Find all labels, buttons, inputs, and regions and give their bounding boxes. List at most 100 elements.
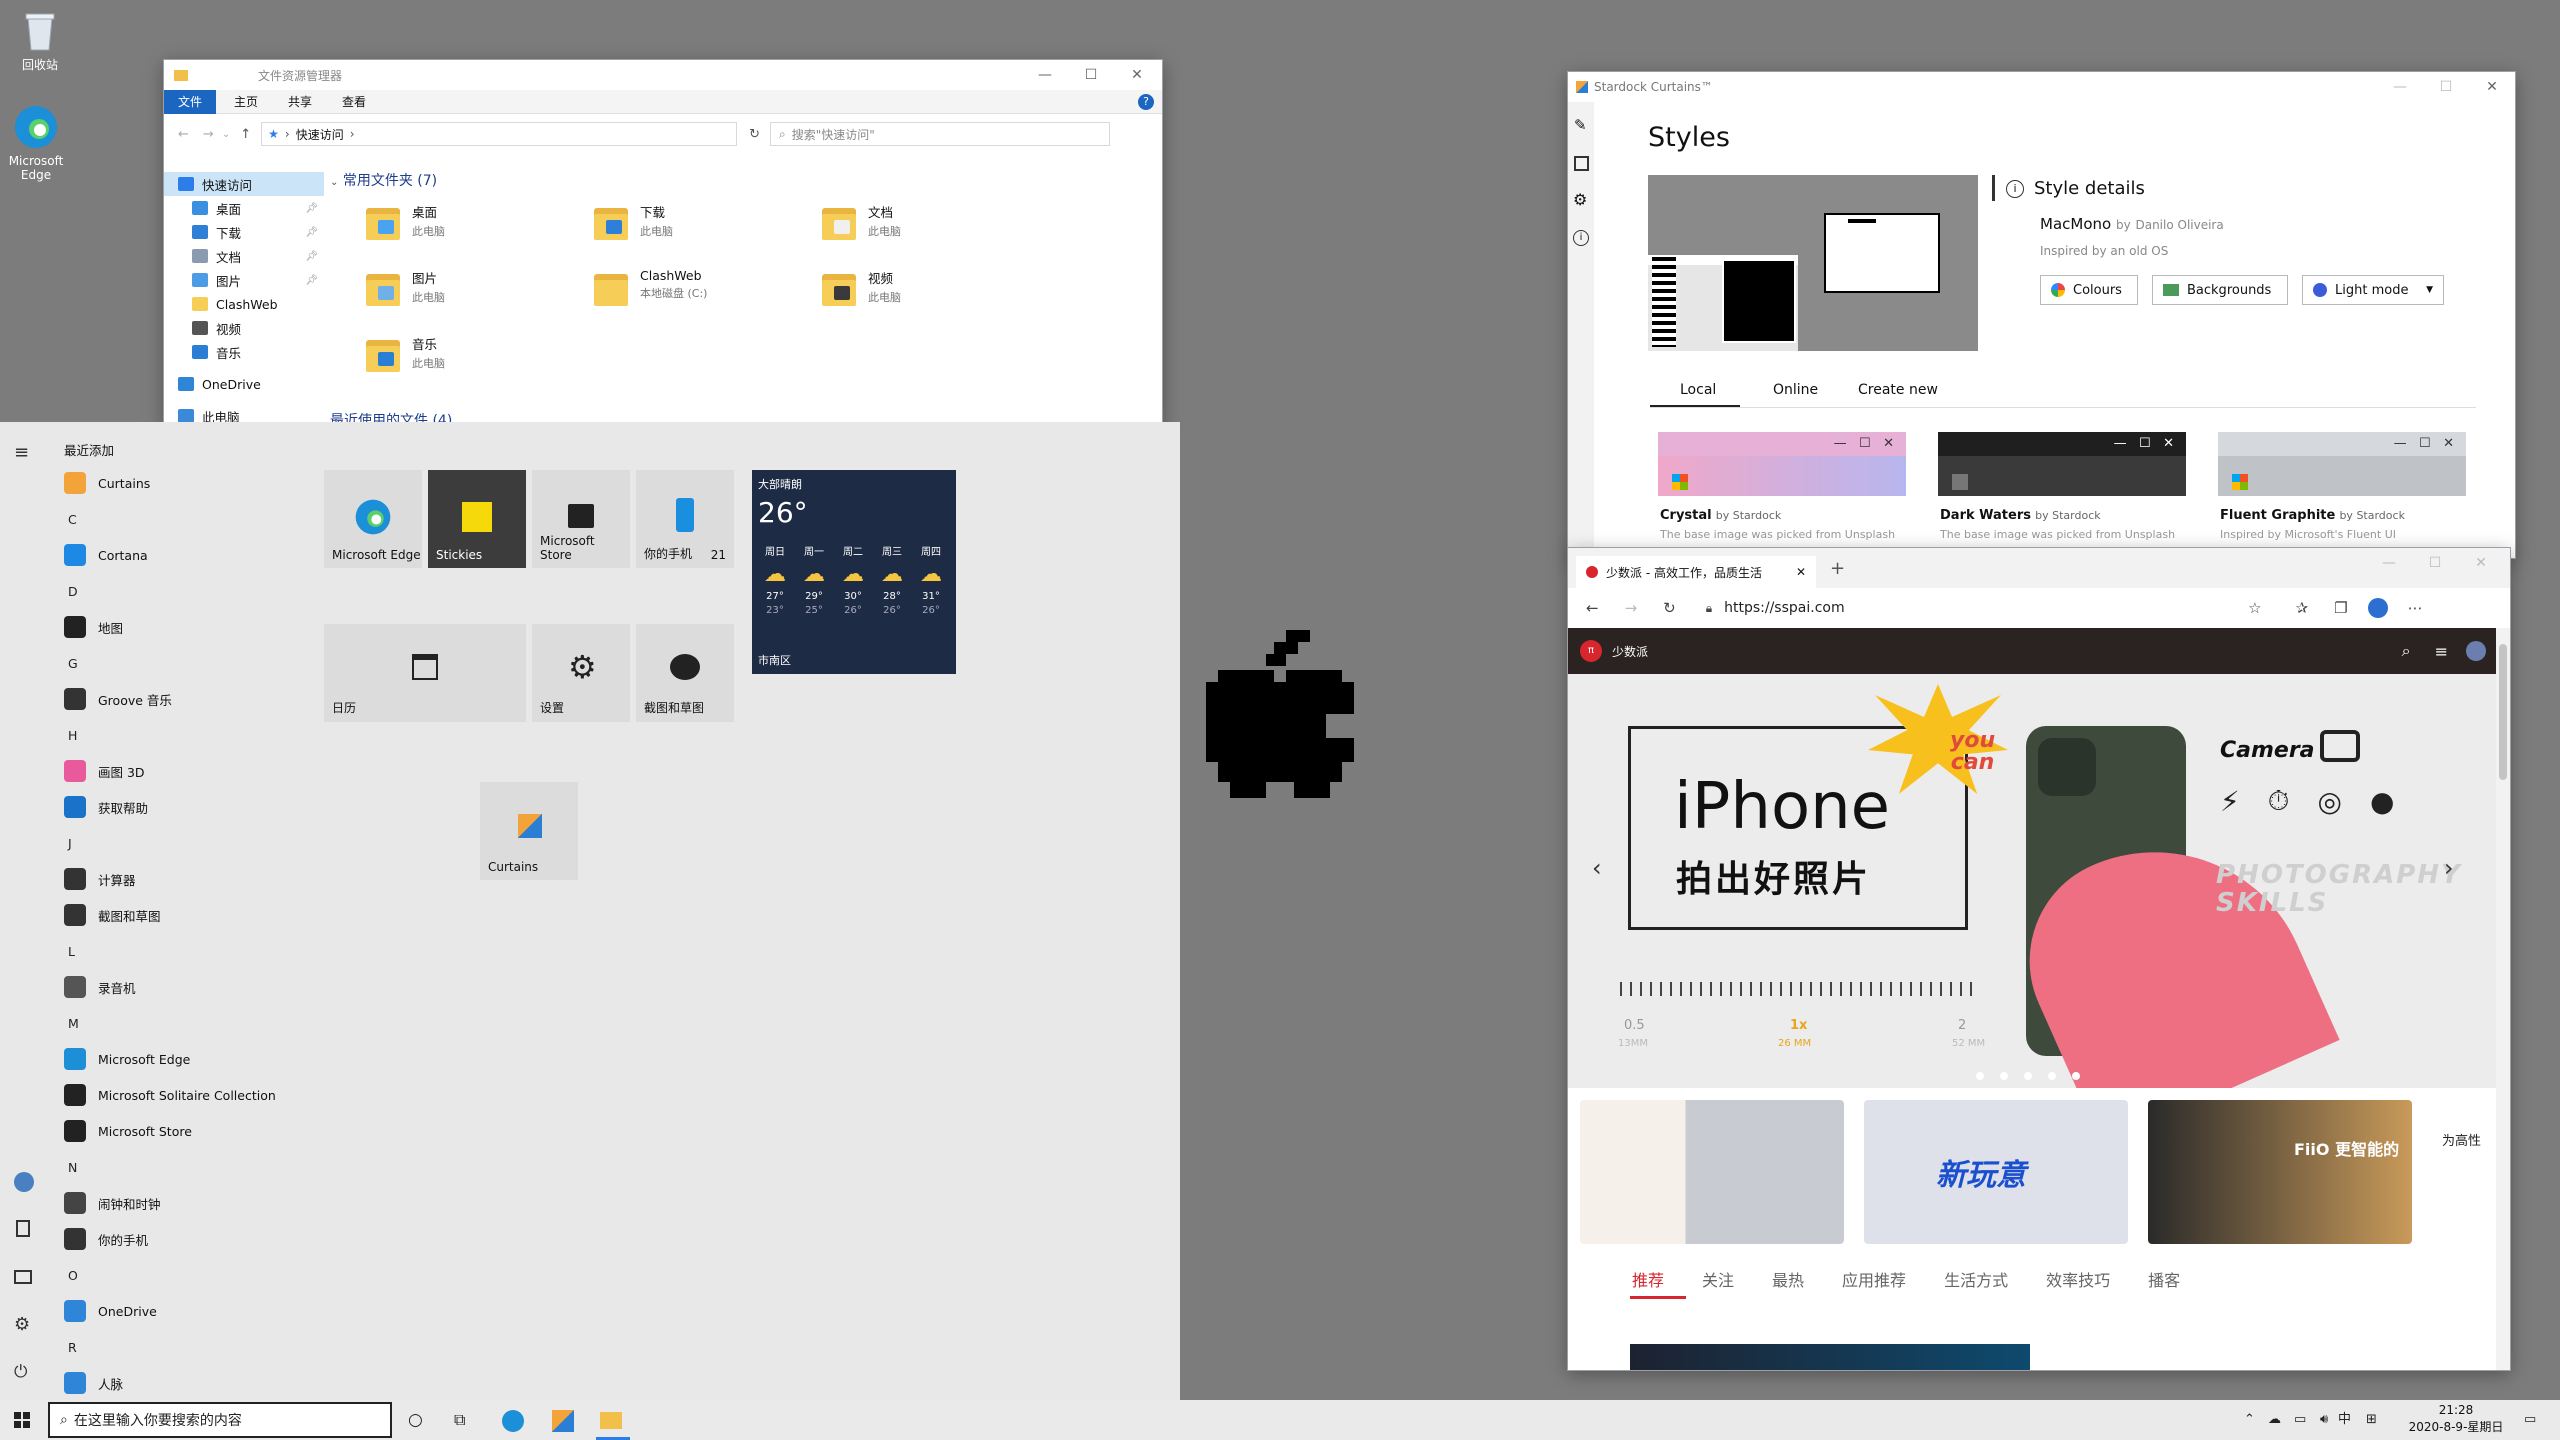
nav-item[interactable]: 音乐 bbox=[164, 340, 324, 364]
power-icon[interactable]: ⏻ bbox=[14, 1362, 27, 1382]
ribbon-tab-home[interactable]: 主页 bbox=[234, 93, 258, 110]
nav-item[interactable]: ClashWeb bbox=[164, 292, 324, 316]
brush-icon[interactable]: ✎ bbox=[1574, 116, 1587, 134]
network-icon[interactable]: ▭ bbox=[2294, 1400, 2306, 1440]
clock[interactable]: 21:28 2020-8-9-星期日 bbox=[2396, 1402, 2516, 1436]
close-button[interactable]: ✕ bbox=[2458, 548, 2504, 578]
new-tab-icon[interactable]: + bbox=[1830, 558, 1845, 579]
app-list-item[interactable]: Microsoft Edge bbox=[50, 1041, 360, 1077]
app-list-item[interactable]: Microsoft Solitaire Collection bbox=[50, 1077, 360, 1113]
scrollbar-thumb[interactable] bbox=[2499, 644, 2507, 780]
taskbar-edge-icon[interactable] bbox=[502, 1400, 528, 1440]
ime-indicator[interactable]: 中 bbox=[2338, 1400, 2351, 1440]
ribbon-tab-share[interactable]: 共享 bbox=[288, 93, 312, 110]
sspai-logo-icon[interactable]: π bbox=[1580, 640, 1602, 662]
category-tab[interactable]: 最热 bbox=[1772, 1267, 1804, 1291]
app-list-item[interactable]: 截图和草图 bbox=[50, 897, 360, 933]
tile-stickies[interactable]: Stickies bbox=[428, 470, 526, 568]
nav-item[interactable]: 下载 📌︎ bbox=[164, 220, 324, 244]
category-tab[interactable]: 推荐 bbox=[1632, 1267, 1664, 1291]
close-button[interactable]: ✕ bbox=[1114, 60, 1160, 90]
info-icon[interactable]: i bbox=[1573, 230, 1589, 246]
promo-card-fiio[interactable]: FiiO 更智能的 bbox=[2148, 1100, 2412, 1244]
category-tab[interactable]: 关注 bbox=[1702, 1267, 1734, 1291]
close-tab-icon[interactable]: ✕ bbox=[1796, 565, 1806, 579]
desktop-icon-edge[interactable]: Microsoft Edge bbox=[0, 104, 76, 182]
carousel-dot[interactable] bbox=[2048, 1072, 2056, 1080]
tile-weather[interactable]: 大部晴朗 26° 周日 ☁︎ 27° 23° 周一 ☁︎ 29° 25° 周二 ☁︎ 30° 26° 周… bbox=[752, 470, 956, 674]
scrollbar[interactable] bbox=[2496, 628, 2510, 1370]
alphabet-header[interactable]: G bbox=[50, 645, 360, 681]
carousel-next-icon[interactable]: › bbox=[2444, 854, 2454, 882]
alphabet-header[interactable]: C bbox=[50, 501, 360, 537]
promo-card-gadgets[interactable]: 新玩意 bbox=[1864, 1100, 2128, 1244]
alphabet-header[interactable]: D bbox=[50, 573, 360, 609]
alphabet-header[interactable]: N bbox=[50, 1149, 360, 1185]
tab-local[interactable]: Local bbox=[1680, 382, 1716, 398]
app-list-item[interactable]: Curtains bbox=[50, 465, 360, 501]
category-tab[interactable]: 播客 bbox=[2148, 1267, 2180, 1291]
back-icon[interactable]: ← bbox=[178, 127, 189, 142]
help-icon[interactable]: ? bbox=[1138, 93, 1154, 110]
carousel-prev-icon[interactable]: ‹ bbox=[1592, 854, 1602, 882]
browser-tab[interactable]: 少数派 - 高效工作，品质生活 ✕ bbox=[1576, 556, 1816, 588]
tile-edge[interactable]: Microsoft Edge bbox=[324, 470, 422, 568]
folder-item[interactable]: 桌面 此电脑 bbox=[364, 202, 574, 264]
promo-card-partial[interactable]: 为高性 bbox=[2432, 1100, 2496, 1244]
minimize-button[interactable]: — bbox=[1022, 60, 1068, 90]
taskbar-explorer-icon[interactable] bbox=[600, 1400, 626, 1440]
alphabet-header[interactable]: M bbox=[50, 1005, 360, 1041]
light-mode-dropdown[interactable]: Light mode ▼ bbox=[2302, 275, 2444, 305]
back-icon[interactable]: ← bbox=[1586, 599, 1599, 617]
maximize-button[interactable]: ☐ bbox=[2423, 72, 2469, 102]
tile-snip-sketch[interactable]: 截图和草图 bbox=[636, 624, 734, 722]
pictures-icon[interactable] bbox=[14, 1270, 32, 1284]
menu-icon[interactable]: ≡ bbox=[2435, 642, 2448, 661]
app-list-item[interactable]: Groove 音乐 bbox=[50, 681, 360, 717]
favorites-icon[interactable]: ✰ bbox=[2296, 599, 2309, 617]
carousel-dot[interactable] bbox=[2000, 1072, 2008, 1080]
refresh-icon[interactable]: ↻ bbox=[1663, 599, 1676, 617]
ribbon-tab-file[interactable]: 文件 bbox=[164, 89, 217, 114]
category-tab[interactable]: 效率技巧 bbox=[2046, 1267, 2110, 1291]
style-card-crystal[interactable]: — ☐ ✕ Crystal by Stardock The base image… bbox=[1658, 432, 1906, 552]
up-icon[interactable]: ↑ bbox=[240, 127, 251, 142]
search-icon[interactable]: ⌕ bbox=[2402, 641, 2411, 661]
nav-item[interactable]: 快速访问 bbox=[164, 172, 324, 196]
address-bar[interactable]: ★ › 快速访问 › bbox=[261, 122, 738, 146]
nav-item[interactable]: 桌面 📌︎ bbox=[164, 196, 324, 220]
gear-icon[interactable]: ⚙ bbox=[1573, 190, 1587, 209]
app-list-item[interactable]: Cortana bbox=[50, 537, 360, 573]
app-list-item[interactable]: OneDrive bbox=[50, 1293, 360, 1329]
colours-button[interactable]: Colours bbox=[2040, 275, 2138, 305]
volume-icon[interactable]: 🔊︎ bbox=[2320, 1400, 2328, 1440]
tab-create-new[interactable]: Create new bbox=[1858, 382, 1938, 398]
wallpaper-icon[interactable] bbox=[1574, 156, 1589, 171]
taskbar-curtains-icon[interactable] bbox=[552, 1400, 578, 1440]
minimize-button[interactable]: — bbox=[2366, 548, 2412, 578]
profile-avatar[interactable] bbox=[2367, 598, 2388, 618]
alphabet-header[interactable]: O bbox=[50, 1257, 360, 1293]
alphabet-header[interactable]: R bbox=[50, 1329, 360, 1365]
folder-item[interactable]: 文档 此电脑 bbox=[820, 202, 1030, 264]
style-card-fluent-graphite[interactable]: — ☐ ✕ Fluent Graphite by Stardock Inspir… bbox=[2218, 432, 2466, 552]
user-avatar[interactable] bbox=[2466, 641, 2486, 661]
frequent-folders-header[interactable]: ⌄ 常用文件夹 (7) bbox=[330, 170, 437, 190]
search-input[interactable]: ⌕ 搜索"快速访问" bbox=[770, 122, 1111, 146]
hero-banner[interactable]: iPhone 拍出好照片 you can Camera ⚡︎ ⏱︎ ◎ ● PH… bbox=[1568, 674, 2496, 1088]
alphabet-header[interactable]: J bbox=[50, 825, 360, 861]
nav-item[interactable]: 文档 📌︎ bbox=[164, 244, 324, 268]
chevron-down-icon[interactable]: ⌄ bbox=[222, 129, 230, 140]
cloud-icon[interactable]: ☁︎ bbox=[2268, 1400, 2281, 1440]
tile-calendar[interactable]: 日历 bbox=[324, 624, 526, 722]
alphabet-header[interactable]: L bbox=[50, 933, 360, 969]
user-avatar[interactable] bbox=[14, 1172, 34, 1192]
forward-icon[interactable]: → bbox=[203, 127, 214, 142]
app-list-item[interactable]: 人脉 bbox=[50, 1365, 360, 1401]
tab-online[interactable]: Online bbox=[1773, 382, 1818, 398]
cortana-icon[interactable]: ○ bbox=[408, 1400, 423, 1440]
favorite-star-icon[interactable]: ☆ bbox=[2248, 599, 2261, 617]
url-text[interactable]: https://sspai.com bbox=[1724, 600, 2244, 616]
tile-curtains[interactable]: Curtains bbox=[480, 782, 578, 880]
app-list-item[interactable]: 计算器 bbox=[50, 861, 360, 897]
